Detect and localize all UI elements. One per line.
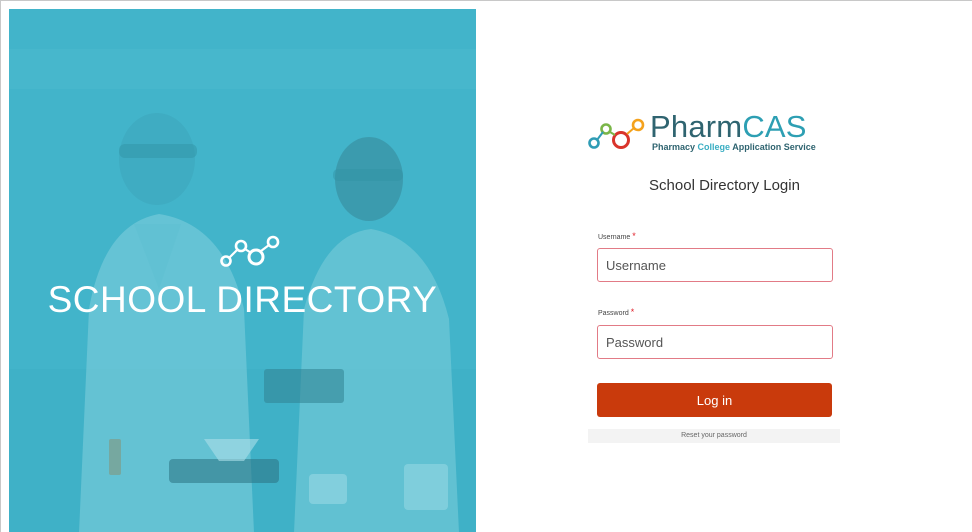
brand-name-pharm: Pharm xyxy=(650,109,743,144)
hero-title: SCHOOL DIRECTORY xyxy=(47,279,438,320)
login-panel: PharmCAS Pharmacy College Application Se… xyxy=(476,9,972,532)
brand-name: PharmCAS xyxy=(650,109,807,145)
username-label: Username * xyxy=(598,231,636,241)
password-label: Password * xyxy=(598,307,634,317)
required-marker: * xyxy=(630,307,635,317)
password-label-text: Password xyxy=(598,310,629,317)
password-input[interactable] xyxy=(597,325,833,359)
molecule-icon xyxy=(588,118,645,149)
reset-password-link[interactable]: Reset your password xyxy=(588,429,840,443)
brand-name-cas: CAS xyxy=(742,109,807,144)
required-marker: * xyxy=(632,231,636,241)
username-input[interactable] xyxy=(597,248,833,282)
brand-tagline-pharmacy: Pharmacy xyxy=(652,142,698,152)
pharmcas-logo: PharmCAS Pharmacy College Application Se… xyxy=(586,109,846,157)
reset-password-bar: Reset your password xyxy=(588,429,840,443)
brand-tagline-service: Application Service xyxy=(730,142,816,152)
molecule-icon xyxy=(220,235,280,267)
login-heading: School Directory Login xyxy=(649,177,800,194)
brand-tagline-college: College xyxy=(697,142,731,152)
login-button[interactable]: Log in xyxy=(597,383,832,417)
hero-panel: SCHOOL DIRECTORY xyxy=(9,9,476,532)
username-label-text: Username xyxy=(598,234,631,241)
brand-tagline: Pharmacy College Application Service xyxy=(652,142,816,152)
page-frame: SCHOOL DIRECTORY PharmCAS Pharmacy Colle… xyxy=(0,0,972,532)
